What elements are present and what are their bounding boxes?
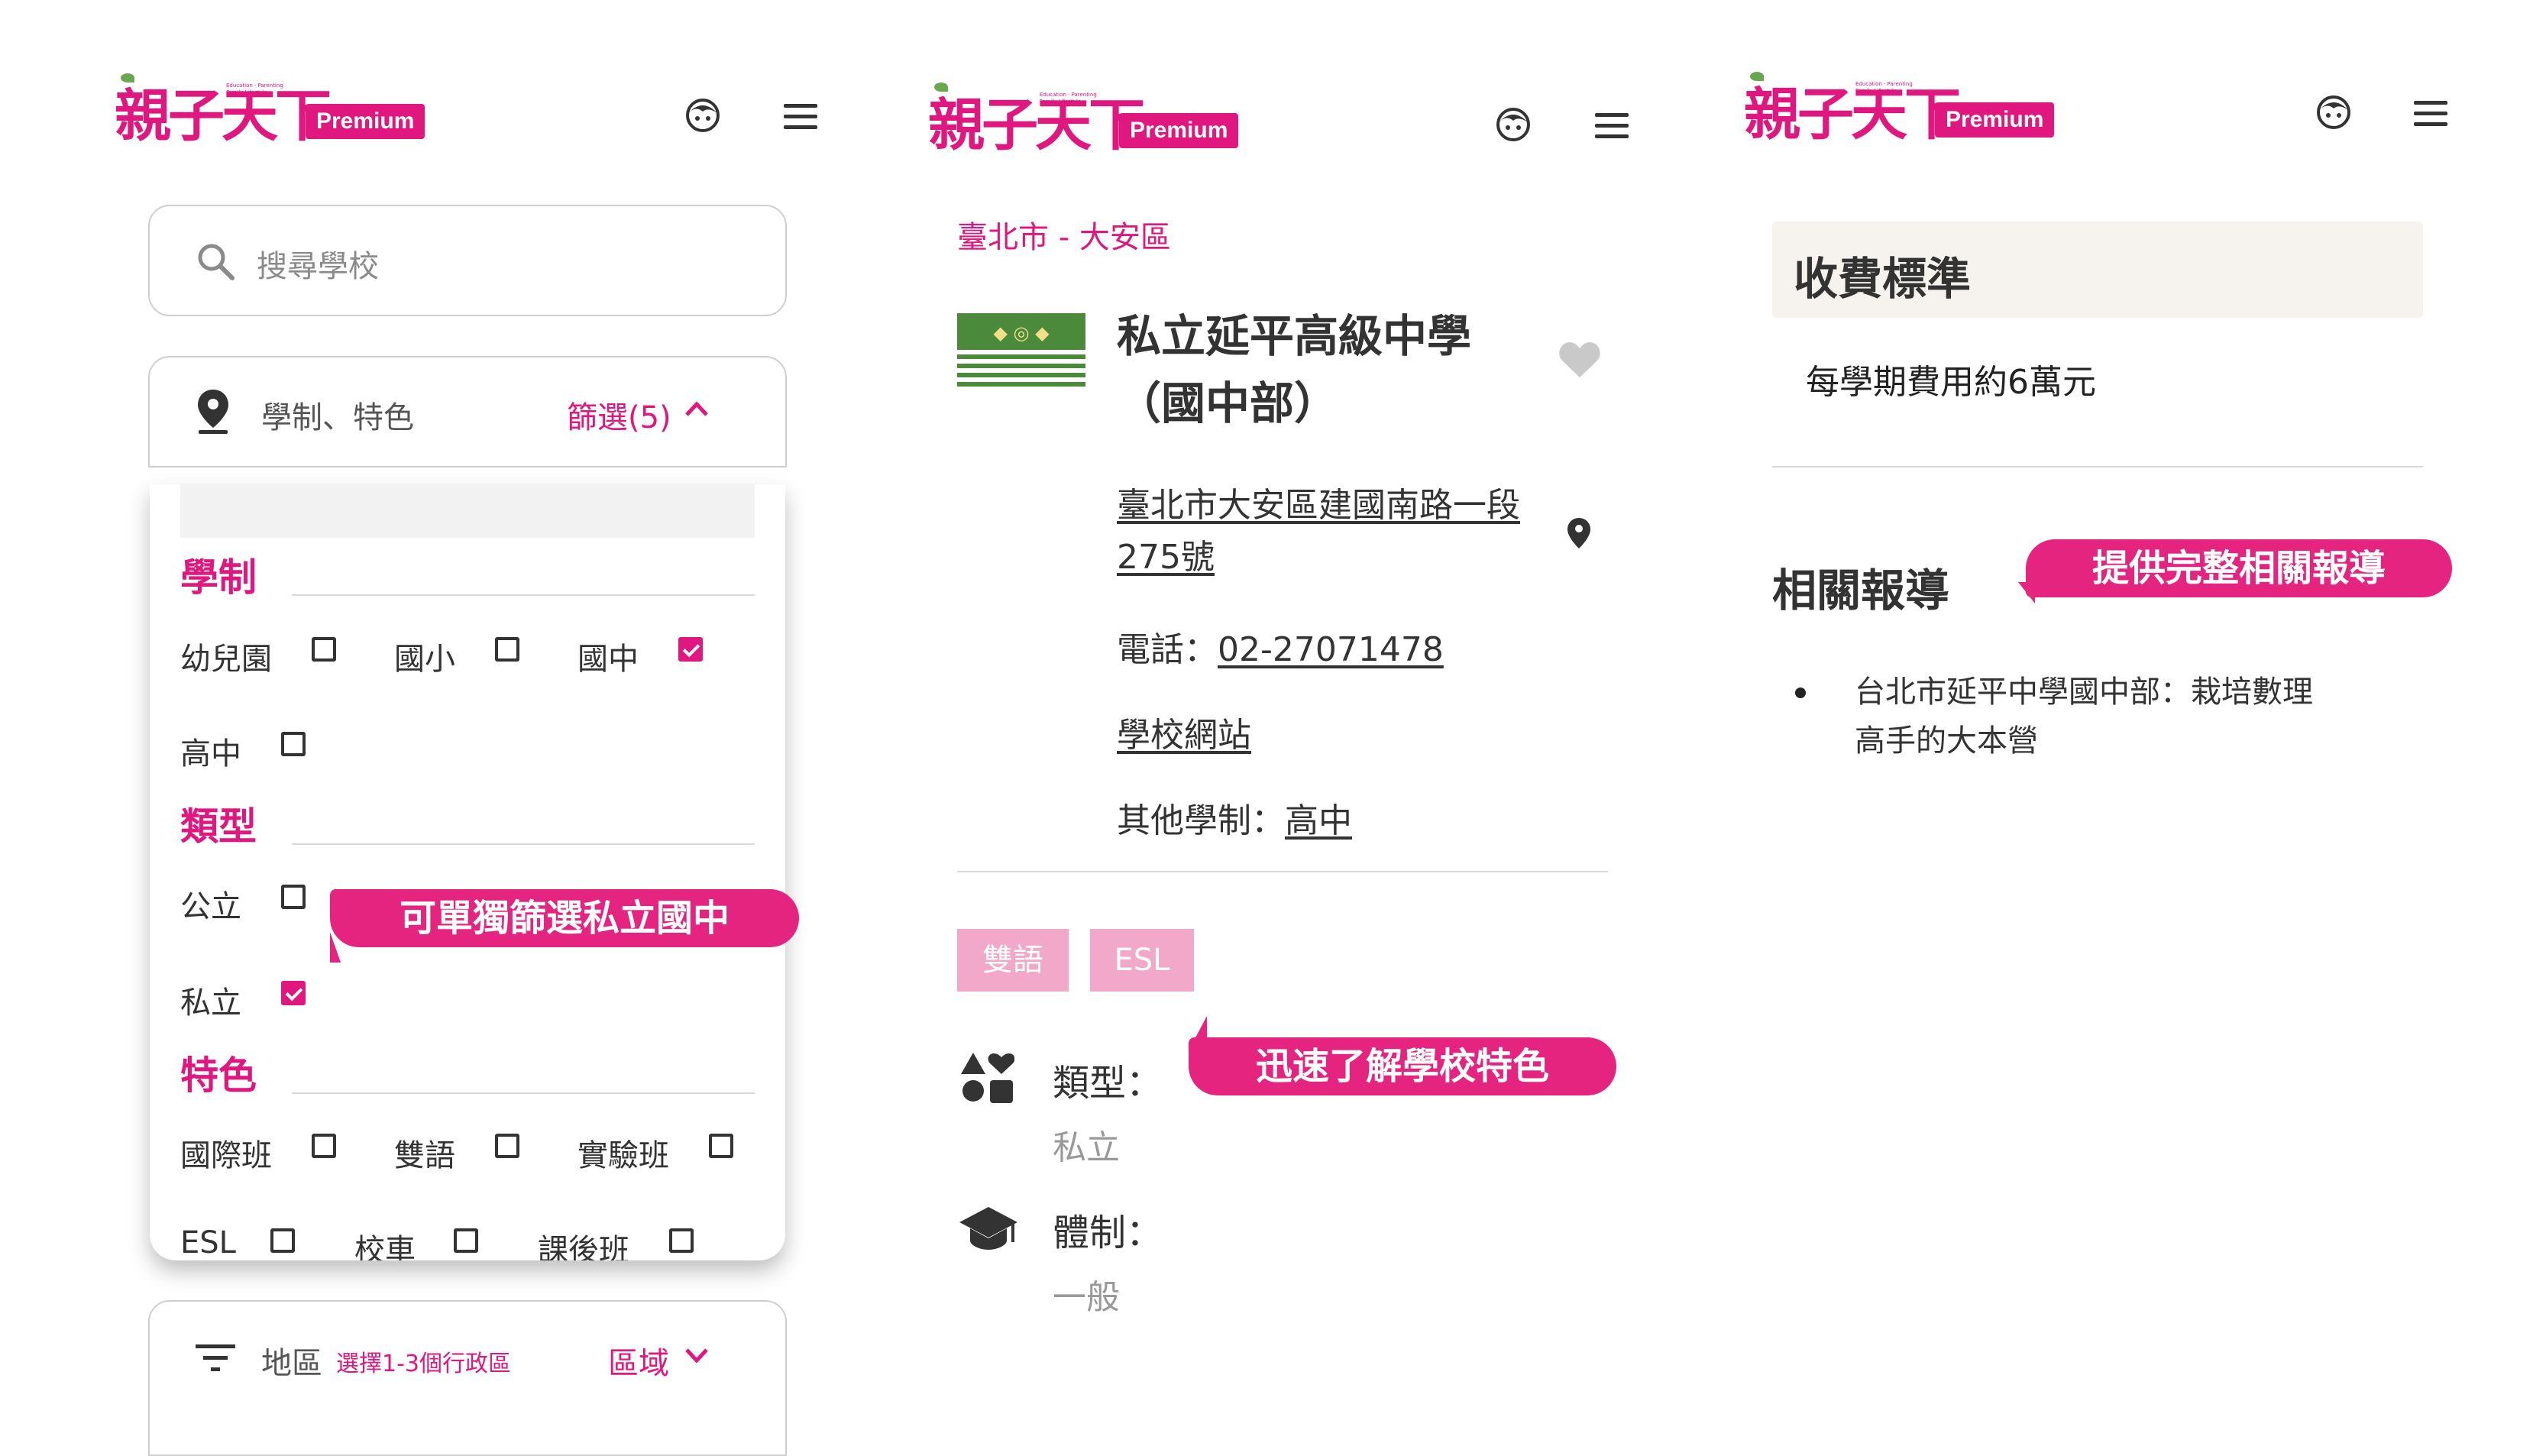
filter-count[interactable]: 篩選(5) bbox=[567, 393, 671, 437]
phone-row: 電話：02-27071478 bbox=[1117, 630, 1444, 669]
account-face-icon[interactable] bbox=[2316, 95, 2351, 130]
type-label: 類型： bbox=[1053, 1062, 1163, 1105]
callout-tail bbox=[1193, 1016, 1207, 1042]
callout-tail bbox=[330, 932, 341, 963]
system-value: 一般 bbox=[1053, 1278, 1120, 1317]
region-action[interactable]: 區域 bbox=[608, 1338, 669, 1383]
tag-bilingual: 雙語 bbox=[957, 929, 1069, 992]
breadcrumb[interactable]: 臺北市 - 大安區 bbox=[957, 212, 1171, 257]
brand-logo[interactable]: 親子天下 Education · Parenting Family Lifesty… bbox=[115, 73, 435, 162]
region-hint: 選擇1-3個行政區 bbox=[336, 1351, 511, 1377]
checkbox-school-bus[interactable] bbox=[454, 1228, 478, 1253]
option-label-selected: 國中 bbox=[577, 642, 639, 677]
checkbox-senior-high[interactable] bbox=[281, 732, 306, 756]
filter-lines-icon bbox=[196, 1344, 235, 1371]
filter-label: 學制、特色 bbox=[261, 400, 414, 435]
other-levels-row: 其他學制：高中 bbox=[1117, 801, 1352, 840]
fees-text: 每學期費用約6萬元 bbox=[1806, 363, 2096, 402]
option-label: 課後班 bbox=[538, 1233, 629, 1260]
checkbox-esl[interactable] bbox=[270, 1228, 295, 1253]
callout-reports: 提供完整相關報導 bbox=[2026, 539, 2452, 597]
system-label: 體制： bbox=[1053, 1212, 1163, 1254]
bullet bbox=[1795, 688, 1806, 698]
divider bbox=[957, 871, 1608, 872]
related-title: 相關報導 bbox=[1772, 565, 1950, 616]
premium-badge: Premium bbox=[1119, 113, 1239, 148]
school-name: 私立延平高級中學 （國中部） bbox=[1117, 310, 1472, 429]
checkbox-elementary[interactable] bbox=[495, 637, 519, 662]
checkbox-private[interactable] bbox=[281, 981, 306, 1005]
option-label: 國際班 bbox=[180, 1138, 272, 1173]
section-title-school-level: 學制 bbox=[180, 555, 257, 600]
filter-toggle[interactable]: 學制、特色 篩選(5) bbox=[148, 356, 787, 468]
fees-header: 收費標準 bbox=[1772, 222, 2423, 318]
divider bbox=[292, 594, 755, 596]
checkbox-international[interactable] bbox=[312, 1134, 336, 1158]
checkbox-public[interactable] bbox=[281, 885, 306, 909]
brand-logo[interactable]: 親子天下 Education · Parenting Family Lifesty… bbox=[1744, 72, 2065, 160]
search-input[interactable]: 搜尋學校 bbox=[148, 205, 787, 316]
section-title-type: 類型 bbox=[180, 804, 257, 849]
divider bbox=[292, 1092, 755, 1094]
chevron-down-icon[interactable] bbox=[684, 1348, 709, 1364]
fees-and-reports-screen: 親子天下 Education · Parenting Family Lifesty… bbox=[1681, 0, 2546, 1432]
school-emblem: ◆ ◎ ◆ bbox=[957, 313, 1085, 387]
menu-icon[interactable] bbox=[784, 104, 817, 130]
graduation-cap-icon bbox=[959, 1207, 1017, 1250]
website-link[interactable]: 學校網站 bbox=[1117, 707, 1251, 756]
location-pin-icon bbox=[198, 390, 228, 434]
account-face-icon[interactable] bbox=[685, 98, 720, 133]
svg-text:◆ ◎ ◆: ◆ ◎ ◆ bbox=[993, 322, 1050, 344]
option-label: 雙語 bbox=[394, 1138, 455, 1173]
chevron-up-icon[interactable] bbox=[684, 400, 709, 417]
callout-tail bbox=[2018, 582, 2035, 603]
checkbox-kindergarten[interactable] bbox=[312, 637, 336, 662]
panel-header-strip bbox=[180, 484, 755, 538]
callout-private-filter: 可單獨篩選私立國中 bbox=[330, 889, 799, 947]
region-label: 地區 bbox=[261, 1346, 322, 1381]
callout-features: 迅速了解學校特色 bbox=[1189, 1037, 1616, 1095]
premium-badge: Premium bbox=[306, 104, 425, 139]
search-icon bbox=[198, 244, 235, 280]
shapes-category-icon bbox=[961, 1053, 1014, 1103]
menu-icon[interactable] bbox=[1595, 113, 1629, 139]
checkbox-after-school[interactable] bbox=[669, 1228, 694, 1253]
option-label: 國小 bbox=[394, 642, 455, 677]
type-value: 私立 bbox=[1053, 1128, 1120, 1167]
option-label: ESL bbox=[180, 1225, 236, 1260]
filter-panel: 學制 幼兒園 國小 國中 高中 類型 公立 私立 特色 國際班 雙語 實驗班 E… bbox=[150, 484, 785, 1260]
checkbox-junior-high[interactable] bbox=[678, 637, 703, 662]
search-placeholder: 搜尋學校 bbox=[257, 249, 379, 284]
account-face-icon[interactable] bbox=[1496, 107, 1531, 142]
checkbox-experimental[interactable] bbox=[709, 1134, 733, 1158]
brand-logo[interactable]: 親子天下 Education · Parenting Family Lifesty… bbox=[928, 83, 1249, 171]
fees-title: 收費標準 bbox=[1794, 253, 1972, 305]
school-address[interactable]: 臺北市大安區建國南路一段 275號 bbox=[1117, 480, 1520, 584]
related-article-link[interactable]: 台北市延平中學國中部：栽培數理 高手的大本營 bbox=[1855, 668, 2313, 765]
option-label: 校車 bbox=[354, 1233, 416, 1260]
option-label: 幼兒園 bbox=[180, 642, 272, 677]
filter-screen: 親子天下 Education · Parenting Family Lifesty… bbox=[0, 0, 840, 1456]
divider bbox=[1772, 466, 2423, 468]
region-filter-toggle[interactable]: 地區 選擇1-3個行政區 區域 bbox=[148, 1300, 787, 1456]
map-pin-icon[interactable] bbox=[1566, 516, 1592, 550]
other-level-link[interactable]: 高中 bbox=[1285, 801, 1352, 840]
phone-link[interactable]: 02-27071478 bbox=[1218, 630, 1444, 669]
option-label: 公立 bbox=[180, 889, 241, 924]
option-label: 高中 bbox=[180, 736, 241, 772]
tag-esl: ESL bbox=[1090, 929, 1194, 992]
divider bbox=[292, 843, 755, 845]
favorite-heart-icon[interactable] bbox=[1558, 341, 1601, 379]
option-label-selected: 私立 bbox=[180, 985, 241, 1021]
school-detail-screen: 親子天下 Education · Parenting Family Lifesty… bbox=[848, 0, 1673, 1432]
menu-icon[interactable] bbox=[2414, 101, 2447, 127]
option-label: 實驗班 bbox=[577, 1138, 669, 1173]
section-title-features: 特色 bbox=[180, 1053, 257, 1098]
checkbox-bilingual[interactable] bbox=[495, 1134, 519, 1158]
premium-badge: Premium bbox=[1935, 102, 2055, 138]
